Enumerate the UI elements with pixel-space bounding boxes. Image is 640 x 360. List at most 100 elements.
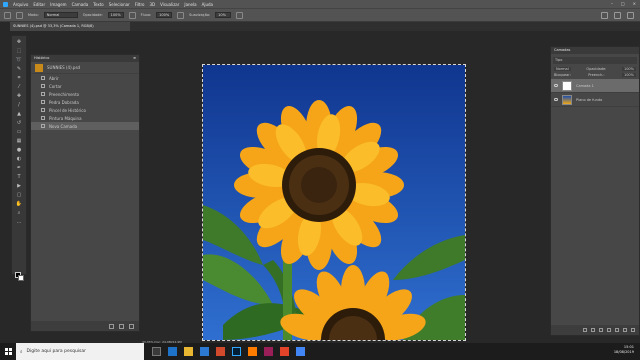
- history-state-icon: [41, 92, 45, 96]
- app-icon[interactable]: [264, 347, 273, 356]
- folder-icon[interactable]: [615, 328, 619, 332]
- menu-layer[interactable]: Camada: [72, 2, 89, 7]
- edge-icon[interactable]: [168, 347, 177, 356]
- dodge-tool-icon[interactable]: ◐: [15, 156, 23, 162]
- airbrush-icon[interactable]: [177, 11, 185, 19]
- gradient-tool-icon[interactable]: ▦: [15, 138, 23, 144]
- brush-tool-icon[interactable]: /: [15, 102, 23, 108]
- taskbar-apps: [152, 347, 305, 356]
- new-layer-icon[interactable]: [623, 328, 627, 332]
- history-state-active[interactable]: Nova Camada: [31, 122, 139, 130]
- visibility-eye-icon[interactable]: [554, 84, 558, 87]
- history-state-label: Preenchimento: [49, 91, 80, 97]
- crop-tool-icon[interactable]: ⌗: [15, 75, 23, 81]
- background-color-swatch[interactable]: [18, 275, 24, 281]
- close-icon[interactable]: ×: [633, 1, 636, 6]
- visibility-eye-icon[interactable]: [554, 98, 558, 101]
- pen-tool-icon[interactable]: ✒: [15, 165, 23, 171]
- layers-panel-title[interactable]: Camadas: [551, 47, 639, 54]
- history-brush-tool-icon[interactable]: ↺: [15, 120, 23, 126]
- windows-logo-icon: [4, 348, 12, 355]
- menu-3d[interactable]: 3D: [150, 2, 156, 7]
- system-tray[interactable]: 15:01 18/08/2019: [614, 345, 634, 355]
- quick-select-tool-icon[interactable]: ✎: [15, 66, 23, 72]
- blur-tool-icon[interactable]: ●: [15, 147, 23, 153]
- adjustment-icon[interactable]: [607, 328, 611, 332]
- eraser-tool-icon[interactable]: ▭: [15, 129, 23, 135]
- maximize-icon[interactable]: □: [621, 1, 625, 6]
- menu-filter[interactable]: Filtro: [135, 2, 145, 7]
- fill-input[interactable]: 100%: [621, 73, 636, 77]
- smoothing-input[interactable]: 10%: [215, 12, 232, 18]
- gear-icon[interactable]: [236, 11, 244, 19]
- more-tools-icon[interactable]: …: [15, 219, 23, 225]
- menu-file[interactable]: Arquivo: [13, 2, 28, 7]
- mask-icon[interactable]: [599, 328, 603, 332]
- task-view-icon[interactable]: [152, 347, 161, 356]
- home-icon[interactable]: [4, 11, 11, 19]
- workspace-icon[interactable]: [614, 12, 621, 19]
- app-icon[interactable]: [280, 347, 289, 356]
- minimize-icon[interactable]: –: [611, 1, 613, 6]
- brush-preset-icon[interactable]: [16, 11, 23, 19]
- start-button[interactable]: [0, 343, 16, 360]
- illustrator-icon[interactable]: [248, 347, 257, 356]
- menu-window[interactable]: Janela: [184, 2, 196, 7]
- flow-input[interactable]: 100%: [156, 12, 173, 18]
- history-state[interactable]: Pincel de Histórico: [31, 106, 139, 114]
- lasso-tool-icon[interactable]: ➰: [15, 57, 23, 63]
- file-explorer-icon[interactable]: [184, 347, 193, 356]
- link-icon[interactable]: [583, 328, 587, 332]
- menu-image[interactable]: Imagem: [50, 2, 66, 7]
- shape-tool-icon[interactable]: ▢: [15, 192, 23, 198]
- photoshop-icon[interactable]: [232, 347, 241, 356]
- history-state[interactable]: Preenchimento: [31, 90, 139, 98]
- mode-select[interactable]: Normal: [43, 12, 78, 18]
- menu-select[interactable]: Selecionar: [109, 2, 130, 7]
- layer-opacity-input[interactable]: 100%: [621, 67, 636, 71]
- trash-icon[interactable]: [631, 328, 635, 332]
- stamp-tool-icon[interactable]: ▲: [15, 111, 23, 117]
- history-snapshot[interactable]: SUNNIES (4).psd: [31, 62, 139, 74]
- chrome-icon[interactable]: [296, 347, 305, 356]
- eyedropper-tool-icon[interactable]: ⁄: [15, 84, 23, 90]
- hand-tool-icon[interactable]: ✋: [15, 201, 23, 207]
- history-state[interactable]: Abrir: [31, 74, 139, 82]
- path-select-tool-icon[interactable]: ▶: [15, 183, 23, 189]
- trash-icon[interactable]: [129, 323, 134, 329]
- zoom-tool-icon[interactable]: ⌕: [15, 210, 23, 216]
- search-icon[interactable]: [601, 12, 608, 19]
- history-panel-title[interactable]: Histórico: [34, 56, 49, 61]
- history-state-icon: [41, 124, 45, 128]
- new-document-icon[interactable]: [109, 323, 114, 329]
- history-state[interactable]: Cortar: [31, 82, 139, 90]
- taskbar-search[interactable]: ⌕ Digite aqui para pesquisar: [16, 343, 144, 360]
- layer-row[interactable]: Plano de fundo: [551, 93, 639, 107]
- blend-mode-select[interactable]: Normal: [554, 67, 571, 71]
- layer-filter-input[interactable]: Tipo: [553, 57, 637, 64]
- document-canvas[interactable]: [202, 64, 466, 341]
- move-tool-icon[interactable]: ✥: [15, 39, 23, 45]
- healing-tool-icon[interactable]: ✚: [15, 93, 23, 99]
- menu-type[interactable]: Texto: [93, 2, 104, 7]
- type-tool-icon[interactable]: T: [15, 174, 23, 180]
- panel-menu-icon[interactable]: ≡: [133, 56, 136, 61]
- office-icon[interactable]: [216, 347, 225, 356]
- store-icon[interactable]: [200, 347, 209, 356]
- layer-row[interactable]: Camada 1: [551, 79, 639, 93]
- fx-icon[interactable]: [591, 328, 595, 332]
- history-state[interactable]: Pedra Dobrada: [31, 98, 139, 106]
- menu-edit[interactable]: Editar: [33, 2, 45, 7]
- pressure-opacity-icon[interactable]: [128, 11, 136, 19]
- photoshop-logo-icon: [3, 1, 8, 7]
- document-tab[interactable]: SUNNIES (4).psd @ 33,3% (Camada 1, RGB/8…: [10, 22, 130, 31]
- opacity-input[interactable]: 100%: [107, 12, 124, 18]
- document-tab-bar: SUNNIES (4).psd @ 33,3% (Camada 1, RGB/8…: [10, 22, 640, 31]
- history-state[interactable]: Pintura Máquina: [31, 114, 139, 122]
- marquee-tool-icon[interactable]: ⬚: [15, 48, 23, 54]
- camera-icon[interactable]: [119, 323, 124, 329]
- menu-view[interactable]: Visualizar: [160, 2, 179, 7]
- blend-row: Normal Opacidade: 100%: [551, 67, 639, 71]
- share-icon[interactable]: [627, 12, 634, 19]
- menu-help[interactable]: Ajuda: [202, 2, 213, 7]
